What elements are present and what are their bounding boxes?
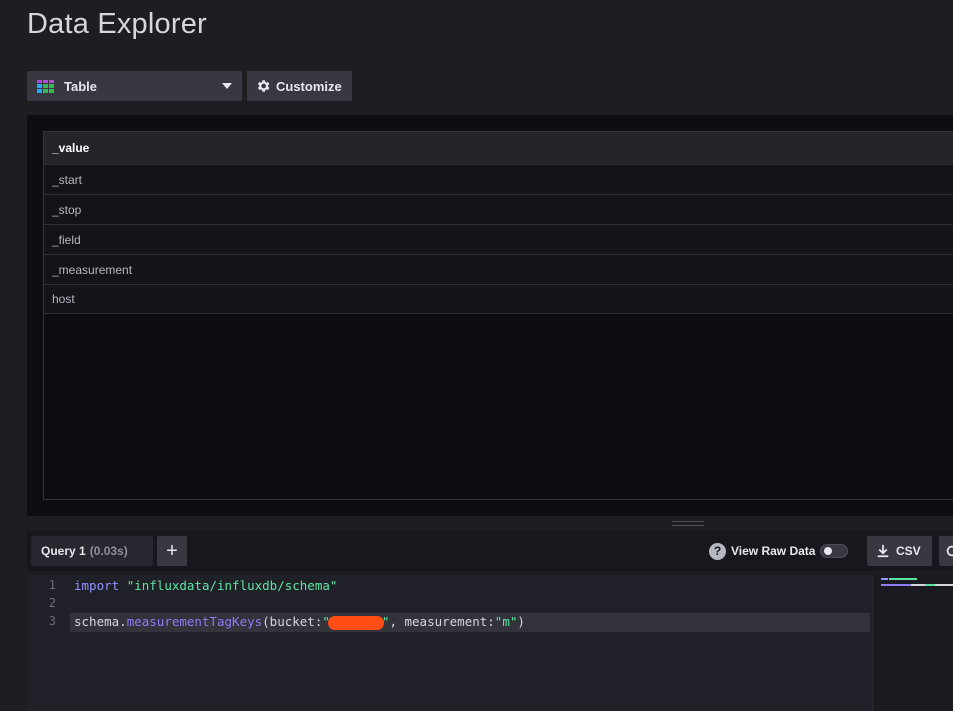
- table-row: _start: [44, 164, 953, 194]
- download-icon: [877, 544, 889, 558]
- query-bar: Query 1 (0.03s) + ? View Raw Data CSV: [27, 531, 953, 571]
- table-row: _measurement: [44, 254, 953, 284]
- minimap-line: [889, 578, 917, 580]
- visualization-type-dropdown[interactable]: Table: [27, 71, 242, 101]
- view-raw-data-label: View Raw Data: [731, 544, 816, 558]
- redaction-mark: [327, 615, 384, 630]
- table-row: _field: [44, 224, 953, 254]
- visualization-panel: _value _start _stop _field _measurement …: [27, 115, 953, 516]
- args-end: ): [517, 614, 525, 629]
- args-mid: , measurement:: [389, 614, 495, 629]
- question-icon[interactable]: ?: [709, 542, 726, 560]
- table-row: _stop: [44, 194, 953, 224]
- caret-down-icon: [222, 83, 232, 89]
- plus-icon: +: [166, 539, 178, 562]
- view-raw-data-toggle[interactable]: [820, 544, 849, 558]
- code-line-3: schema.measurementTagKeys(bucket:" ", mea…: [74, 614, 525, 630]
- function-name: measurementTagKeys: [126, 614, 263, 629]
- gear-icon: [257, 80, 270, 92]
- table-icon: [37, 79, 54, 93]
- customize-button[interactable]: Customize: [247, 71, 352, 101]
- add-query-button[interactable]: +: [157, 536, 187, 566]
- visualization-type-label: Table: [64, 78, 97, 94]
- minimap-line: [935, 584, 953, 586]
- editor-minimap[interactable]: [872, 575, 953, 711]
- flux-query-editor[interactable]: 1 2 3 import "influxdata/influxdb/schema…: [27, 575, 953, 711]
- table-row: host: [44, 284, 953, 314]
- minimap-line: [911, 584, 925, 586]
- schema-object: schema.: [74, 614, 127, 629]
- query-tab[interactable]: Query 1 (0.03s): [31, 536, 153, 566]
- visualization-toolbar: Table Customize: [27, 71, 352, 101]
- table-header: _value: [44, 132, 953, 164]
- code-line-1: import "influxdata/influxdb/schema": [74, 578, 337, 593]
- refresh-icon: [946, 545, 953, 557]
- query-tab-name: Query 1: [41, 544, 86, 558]
- refresh-button[interactable]: [939, 536, 953, 566]
- csv-label: CSV: [896, 544, 921, 558]
- resize-handle[interactable]: [672, 521, 704, 526]
- measurement-value: "m": [494, 614, 518, 629]
- import-path-string: "influxdata/influxdb/schema": [126, 578, 338, 593]
- minimap-line: [925, 584, 935, 586]
- code-area[interactable]: import "influxdata/influxdb/schema" sche…: [70, 575, 870, 711]
- page-title: Data Explorer: [27, 8, 207, 40]
- line-number: 3: [48, 614, 56, 628]
- customize-label: Customize: [276, 78, 342, 94]
- csv-download-button[interactable]: CSV: [867, 536, 932, 566]
- minimap-line: [881, 584, 911, 586]
- line-number: 1: [48, 578, 56, 592]
- line-number: 2: [48, 596, 56, 610]
- query-tab-time: (0.03s): [89, 544, 128, 558]
- toggle-knob: [824, 547, 833, 555]
- line-number-gutter: 1 2 3: [27, 575, 70, 711]
- results-table: _value _start _stop _field _measurement …: [43, 131, 953, 500]
- minimap-line: [881, 578, 888, 580]
- import-keyword: import: [74, 578, 120, 593]
- args-start: (bucket:: [262, 614, 323, 629]
- view-raw-data-control: ? View Raw Data: [709, 540, 849, 562]
